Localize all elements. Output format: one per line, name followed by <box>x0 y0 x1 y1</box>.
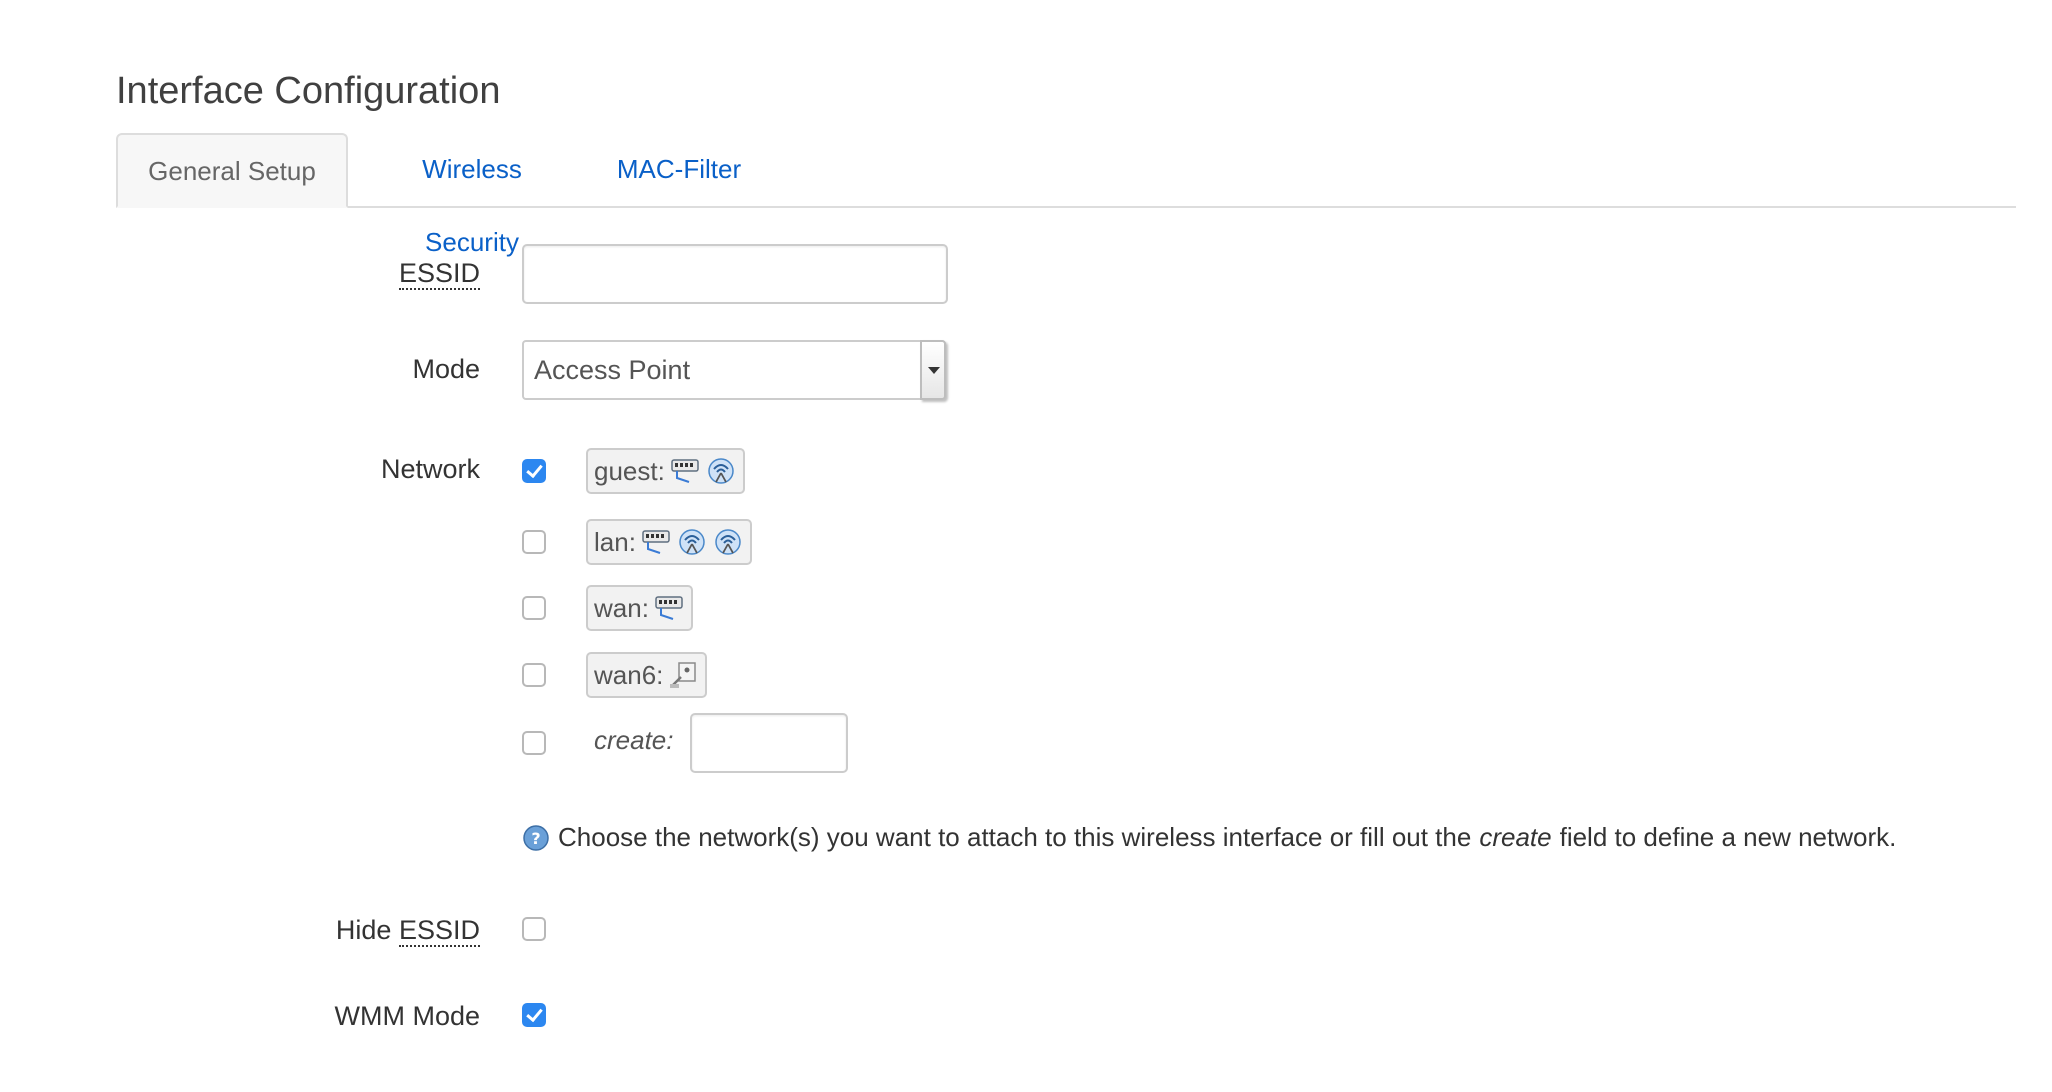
network-help-text: ? Choose the network(s) you want to atta… <box>522 822 1896 853</box>
network-badge-wan[interactable]: wan: <box>586 585 693 631</box>
essid-label-text: ESSID <box>398 258 480 290</box>
wmm-mode-checkbox[interactable] <box>522 1003 546 1027</box>
network-name-wan6: wan6: <box>594 659 664 690</box>
help-text-before: Choose the network(s) you want to attach… <box>558 822 1472 852</box>
wmm-mode-label: WMM Mode <box>334 1001 480 1031</box>
help-text-after: field to define a new network. <box>1559 822 1897 852</box>
create-label: create: <box>594 725 674 755</box>
alias-icon <box>670 662 697 688</box>
wifi-icon <box>679 529 705 555</box>
hide-essid-label-abbr: ESSID <box>398 915 480 947</box>
mode-select[interactable]: Access Point <box>522 340 946 400</box>
network-create-checkbox[interactable] <box>522 731 546 755</box>
wifi-icon <box>708 458 734 484</box>
network-checkbox-guest[interactable] <box>522 459 546 483</box>
network-label: Network <box>380 454 480 484</box>
network-badge-lan[interactable]: lan: <box>586 519 752 565</box>
create-network-input[interactable] <box>690 713 848 773</box>
interface-configuration-page: Interface Configuration General Setup Wi… <box>0 0 2052 1092</box>
network-checkbox-lan[interactable] <box>522 530 546 554</box>
help-text-emphasis: create <box>1479 822 1552 852</box>
hide-essid-label: Hide ESSID <box>335 915 480 947</box>
essid-label: ESSID <box>398 258 480 290</box>
tab-wireless-security[interactable]: Wireless Security <box>372 133 572 257</box>
mode-select-value: Access Point <box>534 355 691 385</box>
essid-input[interactable] <box>522 244 948 304</box>
hide-essid-checkbox[interactable] <box>522 917 546 941</box>
help-icon: ? <box>523 824 549 851</box>
network-checkbox-wan6[interactable] <box>522 663 546 687</box>
network-badge-guest[interactable]: guest: <box>586 448 745 494</box>
network-name-lan: lan: <box>594 526 636 557</box>
chevron-down-icon[interactable] <box>920 340 946 400</box>
network-name-wan: wan: <box>594 592 649 623</box>
network-checkbox-wan[interactable] <box>522 596 546 620</box>
ethernet-icon <box>642 530 670 554</box>
network-name-guest: guest: <box>594 455 665 486</box>
ethernet-icon <box>671 459 699 483</box>
tab-mac-filter[interactable]: MAC-Filter <box>604 133 754 206</box>
hide-essid-label-prefix: Hide <box>335 915 392 945</box>
page-title: Interface Configuration <box>116 70 501 112</box>
wifi-icon <box>715 529 741 555</box>
tab-bar: General Setup Wireless Security MAC-Filt… <box>116 133 2016 257</box>
tab-general-setup[interactable]: General Setup <box>116 133 348 208</box>
svg-text:?: ? <box>531 829 540 848</box>
network-badge-wan6[interactable]: wan6: <box>586 652 708 698</box>
ethernet-icon <box>655 596 683 620</box>
mode-label: Mode <box>412 354 480 384</box>
